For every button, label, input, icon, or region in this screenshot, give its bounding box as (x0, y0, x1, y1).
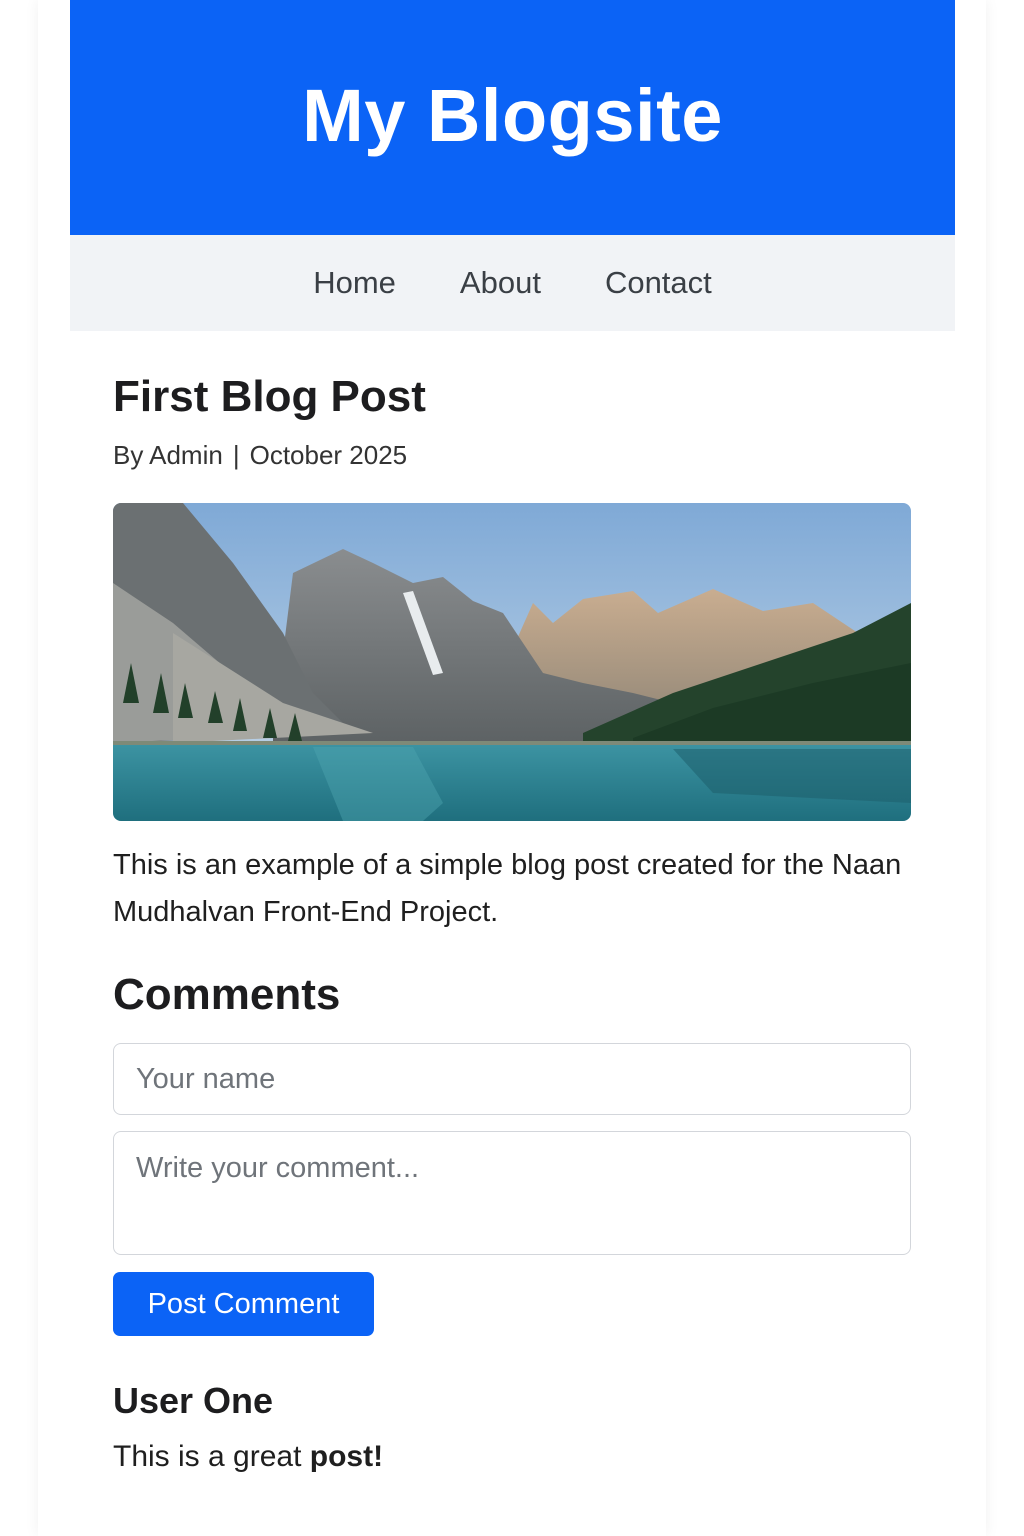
comment-text: This is a great post! (113, 1440, 383, 1474)
site-header: My Blogsite (70, 0, 955, 235)
post-body: This is an example of a simple blog post… (113, 849, 902, 928)
comment-textarea[interactable] (113, 1131, 911, 1255)
comments-heading: Comments (113, 970, 341, 1019)
nav-home-link[interactable]: Home (313, 265, 396, 301)
comment-text-bold: post! (309, 1440, 384, 1473)
post-author: By Admin (113, 440, 223, 470)
post-title: First Blog Post (113, 372, 426, 421)
post-date: October 2025 (249, 440, 408, 470)
name-input[interactable] (113, 1043, 911, 1115)
nav-contact-link[interactable]: Contact (605, 265, 712, 301)
post-image (113, 503, 911, 821)
comment-author: User One (113, 1380, 274, 1421)
post-comment-button[interactable]: Post Comment (113, 1272, 374, 1336)
meta-separator: | (232, 440, 240, 470)
comment-text-plain: This is a great (113, 1440, 310, 1473)
mountain-lake-image (113, 503, 911, 821)
nav-about-link[interactable]: About (460, 265, 541, 301)
site-title: My Blogsite (302, 74, 723, 157)
main-nav: Home About Contact (70, 235, 955, 331)
post-meta: By Admin | October 2025 (113, 440, 407, 471)
